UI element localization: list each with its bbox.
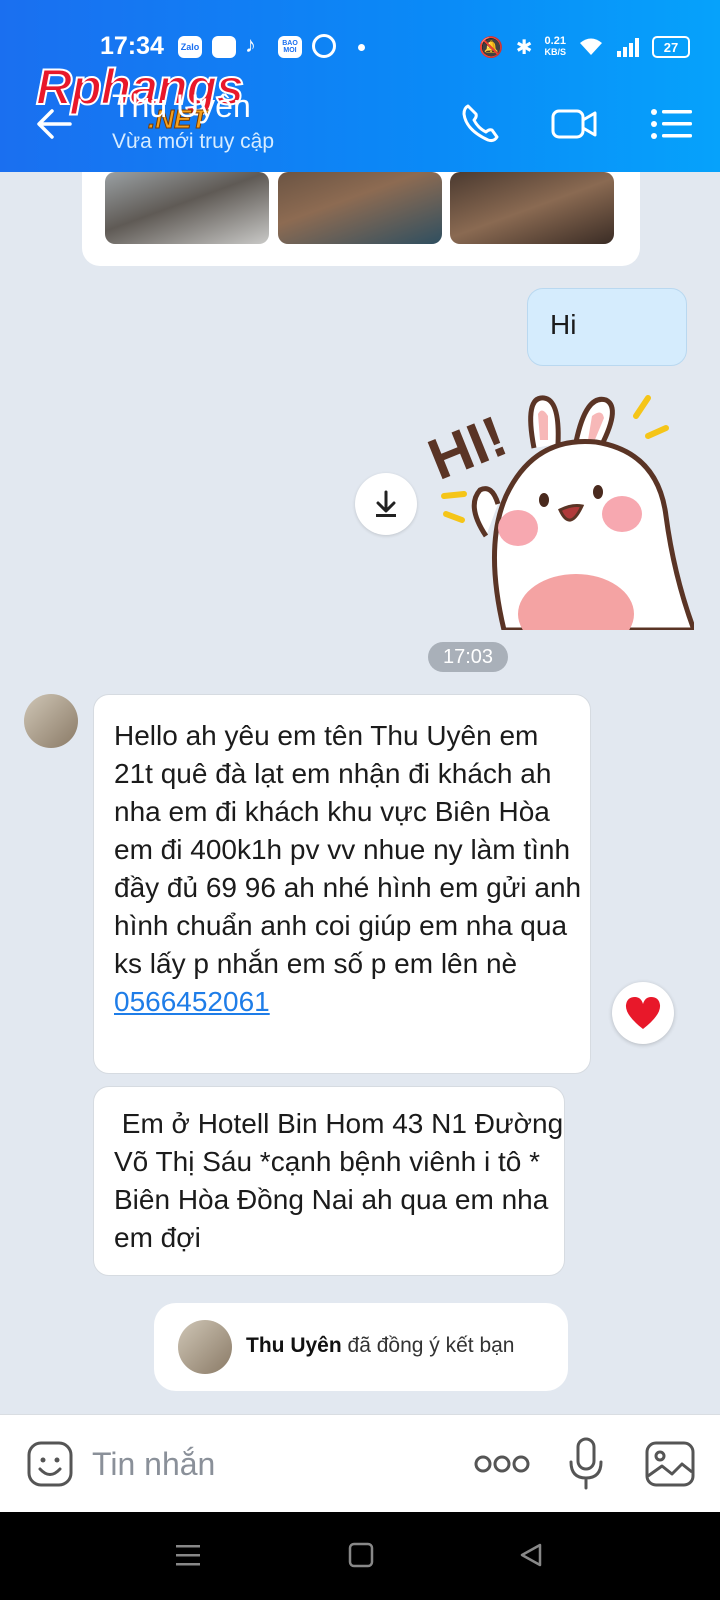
- signal-icon: [617, 38, 639, 57]
- home-icon[interactable]: [348, 1542, 374, 1568]
- microphone-icon[interactable]: [566, 1436, 606, 1492]
- outgoing-message-text: Hi: [550, 309, 577, 340]
- incoming-message-bubble[interactable]: Hello ah yêu em tên Thu Uyên em 21t quê …: [93, 694, 591, 1074]
- heart-icon: [625, 997, 661, 1029]
- download-icon: [376, 490, 396, 517]
- mute-vibrate-icon: 🔕: [478, 36, 504, 59]
- incoming-message-bubble-2[interactable]: Em ở Hotell Bin Hom 43 N1 Đường Võ Thị S…: [93, 1086, 565, 1276]
- zalo-app-icon: Zalo: [178, 36, 202, 58]
- friend-name: Thu Uyên: [246, 1334, 342, 1357]
- download-sticker-button[interactable]: [355, 473, 417, 535]
- status-right-group: 🔕 ✱ 0.21 KB/S 27: [479, 34, 690, 60]
- menu-list-icon[interactable]: [648, 100, 696, 148]
- net-speed: 0.21 KB/S: [544, 35, 566, 58]
- tiktok-icon: ♪: [245, 32, 256, 57]
- gallery-app-icon: [212, 36, 236, 58]
- contact-name[interactable]: Thu Uyên: [112, 88, 251, 125]
- incoming-message-text: Hello ah yêu em tên Thu Uyên em 21t quê …: [114, 720, 589, 979]
- friend-action: đã đồng ý kết bạn: [347, 1334, 515, 1357]
- status-time: 17:34: [100, 32, 164, 60]
- outgoing-message-bubble[interactable]: Hi: [527, 288, 687, 366]
- sync-icon: [312, 34, 336, 58]
- recent-apps-icon[interactable]: [174, 1542, 202, 1568]
- back-arrow-icon[interactable]: [34, 104, 74, 144]
- album-photo-1[interactable]: [105, 172, 269, 244]
- bluetooth-icon: ✱: [515, 36, 533, 59]
- bunny-hi-sticker[interactable]: HI!: [426, 386, 694, 630]
- contact-status: Vừa mới truy cập: [112, 130, 275, 153]
- message-input[interactable]: Tin nhắn: [92, 1446, 215, 1483]
- heart-reaction-button[interactable]: [612, 982, 674, 1044]
- sticker-hi-text: HI!: [426, 403, 516, 492]
- baomoi-app-icon: BAO MOI: [278, 36, 302, 58]
- friend-avatar[interactable]: [178, 1320, 232, 1374]
- friend-accepted-text: Thu Uyên đã đồng ý kết bạn: [246, 1334, 514, 1358]
- incoming-message-text-2: Em ở Hotell Bin Hom 43 N1 Đường Võ Thị S…: [114, 1108, 571, 1253]
- phone-number-link[interactable]: 0566452061: [114, 986, 270, 1017]
- emoji-sticker-icon[interactable]: [26, 1440, 74, 1488]
- album-photo-2[interactable]: [278, 172, 442, 244]
- phone-call-icon[interactable]: [456, 100, 504, 148]
- battery-icon: 27: [652, 36, 690, 58]
- album-photo-3[interactable]: [450, 172, 614, 244]
- video-call-icon[interactable]: [550, 100, 598, 148]
- more-options-icon[interactable]: [474, 1452, 530, 1476]
- notification-dot-icon: [358, 44, 365, 51]
- contact-avatar[interactable]: [24, 694, 78, 748]
- time-divider: 17:03: [428, 642, 508, 672]
- back-nav-icon[interactable]: [518, 1542, 544, 1568]
- wifi-icon: [580, 38, 602, 55]
- gallery-image-icon[interactable]: [644, 1440, 696, 1488]
